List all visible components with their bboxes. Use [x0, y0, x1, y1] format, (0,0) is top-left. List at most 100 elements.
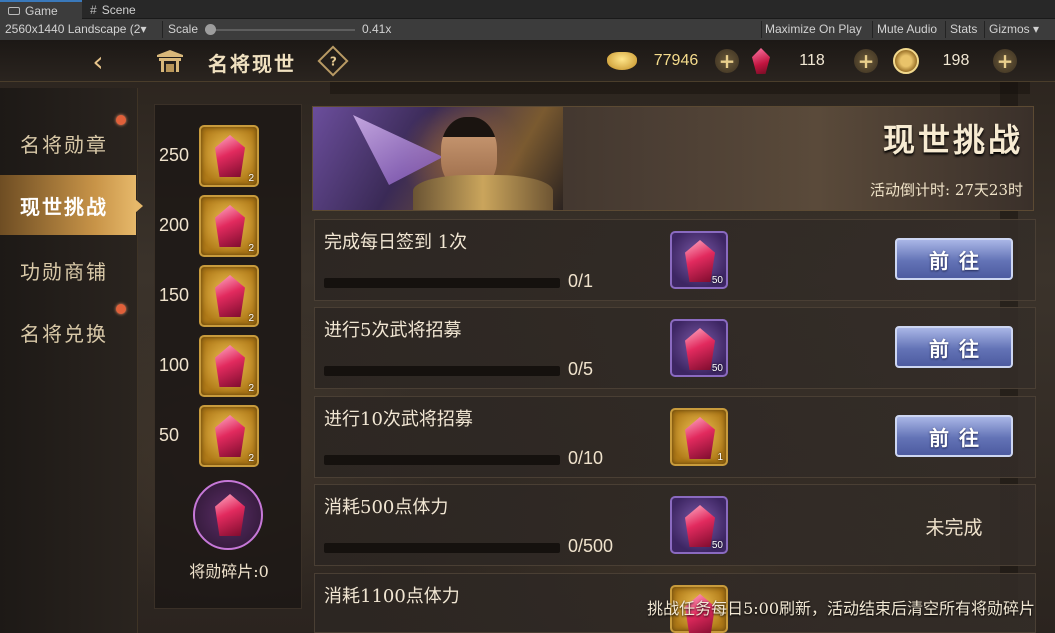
gizmos-dropdown[interactable]: Gizmos ▾	[989, 19, 1039, 40]
hero-armor	[413, 175, 553, 210]
task-status: 未完成	[925, 517, 983, 539]
reward-slot[interactable]: 50	[670, 231, 728, 289]
pink-crystal-icon	[215, 494, 245, 536]
add-coin-button[interactable]: +	[993, 49, 1017, 73]
reward-count: 2	[248, 243, 254, 254]
red-crystal-icon	[215, 415, 245, 457]
reward-slot[interactable]: 50	[670, 319, 728, 377]
reward-slot[interactable]: 2	[199, 265, 259, 327]
reward-count: 2	[248, 313, 254, 324]
help-button[interactable]: ?	[317, 45, 349, 77]
task-row: 完成每日签到 1次 0/1 50 前往	[314, 219, 1036, 301]
milestone-row[interactable]: 200 2	[155, 195, 303, 259]
progress-bar	[324, 366, 560, 376]
red-crystal-icon	[685, 240, 715, 282]
notification-dot	[116, 304, 126, 314]
game-view: ‹ 名将现世 ? 77946 + 118 + 198 + 名将勋章 现世挑战 功…	[0, 40, 1055, 633]
red-crystal-icon	[215, 275, 245, 317]
red-gem-icon	[752, 48, 770, 74]
task-name: 进行5次武将招募	[324, 320, 462, 341]
question-icon: ?	[329, 54, 337, 68]
gem-amount: 118	[799, 52, 825, 69]
task-name: 消耗1100点体力	[324, 586, 460, 607]
gold-amount: 77946	[653, 52, 699, 69]
reward-slot[interactable]: 1	[670, 408, 728, 466]
nav-item-label: 现世挑战	[20, 194, 108, 219]
reward-count: 2	[248, 173, 254, 184]
hero-portrait	[313, 107, 563, 210]
go-button[interactable]: 前往	[895, 415, 1013, 457]
task-progress: 0/10	[568, 448, 604, 468]
nav-item-exchange[interactable]: 名将兑换	[0, 302, 136, 362]
milestone-value: 50	[159, 425, 180, 445]
toolbar-divider	[984, 21, 985, 38]
task-progress: 0/5	[568, 359, 594, 379]
reward-slot[interactable]: 2	[199, 195, 259, 257]
milestone-value: 150	[159, 285, 190, 305]
nav-item-challenge[interactable]: 现世挑战	[0, 175, 143, 235]
fragment-item[interactable]	[193, 480, 263, 550]
red-crystal-icon	[685, 505, 715, 547]
scale-slider-handle[interactable]	[205, 24, 216, 35]
scene-tab-label: Scene	[101, 2, 136, 17]
toolbar-divider	[872, 21, 873, 38]
milestone-row[interactable]: 50 2	[155, 405, 303, 469]
resolution-dropdown[interactable]: 2560x1440 Landscape (2▾	[5, 19, 146, 40]
red-crystal-icon	[215, 205, 245, 247]
nav-item-medals[interactable]: 名将勋章	[0, 113, 136, 173]
go-button[interactable]: 前往	[895, 238, 1013, 280]
reward-count: 50	[711, 540, 723, 551]
copper-coin-icon	[893, 48, 919, 74]
gamepad-icon	[8, 6, 20, 15]
banner-title: 现世挑战	[882, 121, 1023, 159]
scene-tab[interactable]: # Scene	[82, 0, 162, 19]
go-button[interactable]: 前往	[895, 326, 1013, 368]
reward-slot[interactable]: 2	[199, 125, 259, 187]
reward-slot[interactable]: 2	[199, 405, 259, 467]
gold-resource: 77946 +	[607, 47, 739, 75]
event-countdown: 活动倒计时: 27天23时	[870, 181, 1023, 199]
gold-ingot-icon	[607, 52, 637, 70]
toolbar-divider	[761, 21, 762, 38]
scale-label: Scale	[168, 22, 199, 36]
back-button[interactable]: ‹	[68, 45, 128, 78]
nav-item-label: 名将兑换	[20, 321, 108, 346]
reward-count: 1	[717, 452, 723, 463]
add-gold-button[interactable]: +	[715, 49, 739, 73]
reward-slot[interactable]: 2	[199, 335, 259, 397]
top-bar: ‹ 名将现世 ? 77946 + 118 + 198 +	[0, 40, 1055, 82]
reward-slot[interactable]: 50	[670, 496, 728, 554]
nav-item-shop[interactable]: 功勋商铺	[0, 240, 136, 300]
editor-tab-bar: Game # Scene	[0, 0, 1055, 19]
progress-bar	[324, 455, 560, 465]
scale-slider-track[interactable]	[205, 29, 355, 31]
reward-count: 50	[711, 363, 723, 374]
toolbar-divider	[945, 21, 946, 38]
task-name: 完成每日签到 1次	[324, 232, 468, 253]
background-beam	[330, 80, 1030, 94]
game-tab-label: Game	[25, 3, 58, 18]
reward-count: 2	[248, 383, 254, 394]
milestone-value: 250	[159, 145, 190, 165]
milestone-row[interactable]: 250 2	[155, 125, 303, 189]
game-tab[interactable]: Game	[0, 0, 82, 19]
add-gem-button[interactable]: +	[854, 49, 878, 73]
fragment-count-label: 将勋碎片:0	[189, 562, 269, 581]
maximize-on-play-toggle[interactable]: Maximize On Play	[765, 19, 862, 40]
stats-toggle[interactable]: Stats	[950, 19, 977, 40]
nav-item-label: 功勋商铺	[20, 259, 108, 284]
refresh-note: 挑战任务每日5:00刷新，活动结束后清空所有将勋碎片	[647, 599, 1035, 618]
task-row: 消耗500点体力 0/500 50 未完成	[314, 484, 1036, 566]
milestone-value: 100	[159, 355, 190, 375]
task-row: 进行5次武将招募 0/5 50 前往	[314, 307, 1036, 389]
reward-count: 50	[711, 275, 723, 286]
milestone-row[interactable]: 150 2	[155, 265, 303, 329]
game-view-toolbar: 2560x1440 Landscape (2▾ Scale 0.41x Maxi…	[0, 19, 1055, 40]
scene-grid-icon: #	[90, 2, 97, 17]
gem-resource: 118 +	[752, 47, 878, 75]
side-nav: 名将勋章 现世挑战 功勋商铺 名将兑换	[0, 88, 143, 633]
mute-audio-toggle[interactable]: Mute Audio	[877, 19, 937, 40]
task-progress: 0/500	[568, 536, 614, 556]
milestone-row[interactable]: 100 2	[155, 335, 303, 399]
task-progress: 0/1	[568, 271, 594, 291]
